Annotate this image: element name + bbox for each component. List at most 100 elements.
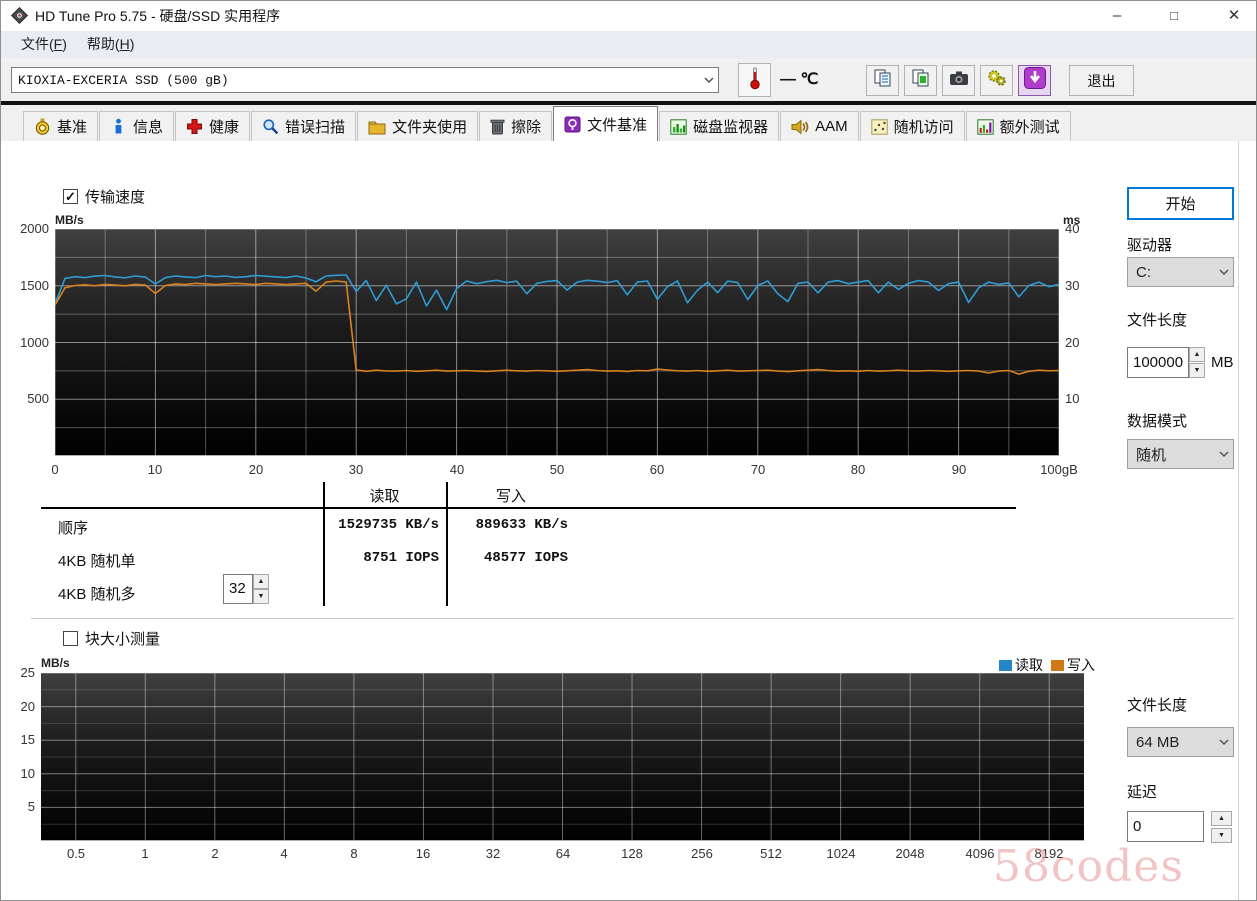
- block-size-checkbox[interactable]: [63, 631, 78, 646]
- file-length-input[interactable]: [1127, 347, 1189, 378]
- 4kb-single-write-value: 48577 IOPS: [483, 550, 568, 566]
- axis-tick-label: 256: [691, 846, 713, 861]
- exit-button[interactable]: 退出: [1069, 65, 1134, 96]
- axis-tick-label: 90: [951, 462, 967, 477]
- axis-tick-label: 2000: [20, 221, 49, 236]
- axis-tick-label: 80: [850, 462, 866, 477]
- data-mode-dropdown[interactable]: 随机: [1127, 439, 1234, 469]
- axis-tick-label: 40: [1065, 221, 1080, 236]
- close-button[interactable]: ✕: [1213, 1, 1255, 31]
- spin-down-button[interactable]: ▼: [1189, 363, 1205, 378]
- tab-label: 擦除: [511, 119, 542, 136]
- axis-tick-label: 128: [621, 846, 643, 861]
- tab-disk-monitor[interactable]: 磁盘监视器: [659, 111, 780, 141]
- sequential-read-value: 1529735 KB/s: [338, 517, 439, 533]
- toolbar: KIOXIA-EXCERIA SSD (500 gB) — ℃ 退出: [1, 58, 1256, 101]
- chart2-legend: 读取 写入: [999, 655, 1095, 675]
- disk-monitor-icon: [670, 118, 687, 135]
- axis-tick-label: 1: [141, 846, 149, 861]
- folder-usage-icon: [368, 119, 386, 135]
- tab-benchmark[interactable]: 基准: [23, 111, 99, 141]
- axis-tick-label: 50: [549, 462, 565, 477]
- axis-tick-label: 8: [350, 846, 358, 861]
- axis-tick-label: 0: [51, 462, 59, 477]
- axis-tick-label: 20: [20, 699, 35, 714]
- options-button[interactable]: [980, 65, 1013, 96]
- axis-tick-label: 64: [555, 846, 571, 861]
- tab-health[interactable]: 健康: [175, 111, 251, 141]
- maximize-button[interactable]: □: [1153, 1, 1195, 31]
- save-results-button[interactable]: [1018, 65, 1051, 96]
- axis-tick-label: 2048: [895, 846, 925, 861]
- tab-label: 健康: [209, 119, 240, 136]
- screenshot-icon: [948, 69, 970, 92]
- thermometer-icon: [749, 66, 761, 95]
- tab-aam[interactable]: AAM: [780, 111, 859, 141]
- table-column-line-1: [323, 482, 325, 606]
- tab-erase[interactable]: 擦除: [479, 111, 553, 141]
- axis-tick-label: 10: [147, 462, 163, 477]
- row-4kb-multi-label: 4KB 随机多: [58, 586, 136, 603]
- chevron-down-icon: [1215, 269, 1233, 275]
- legend-write-label: 写入: [1067, 657, 1095, 673]
- benchmark-icon: [34, 118, 51, 135]
- tab-folder-usage[interactable]: 文件夹使用: [357, 111, 479, 141]
- info-icon: [110, 118, 127, 135]
- delay-spin-up-button[interactable]: ▲: [1211, 811, 1232, 826]
- tab-file-benchmark[interactable]: 文件基准: [553, 106, 659, 141]
- row-4kb-single-label: 4KB 随机单: [58, 553, 136, 570]
- axis-tick-label: 20: [1065, 335, 1080, 350]
- tab-label: 基准: [57, 119, 88, 136]
- read-color-swatch: [999, 659, 1012, 671]
- start-button[interactable]: 开始: [1127, 187, 1234, 220]
- read-column-header: 读取: [369, 488, 400, 505]
- window-title: HD Tune Pro 5.75 - 硬盘/SSD 实用程序: [35, 8, 281, 24]
- check-icon: ✓: [65, 189, 76, 204]
- axis-tick-label: 60: [649, 462, 665, 477]
- aam-icon: [791, 118, 809, 135]
- block-file-length-dropdown[interactable]: 64 MB: [1127, 727, 1234, 757]
- minimize-button[interactable]: –: [1096, 1, 1138, 31]
- tab-random-access[interactable]: 随机访问: [859, 111, 965, 141]
- screenshot-button[interactable]: [942, 65, 975, 96]
- menu-item-help[interactable]: 帮助(H): [77, 31, 144, 58]
- drive-select-dropdown[interactable]: KIOXIA-EXCERIA SSD (500 gB): [11, 67, 719, 93]
- chevron-down-icon: [1215, 451, 1233, 457]
- tab-extra-tests[interactable]: 额外测试: [965, 111, 1071, 141]
- write-column-header: 写入: [495, 488, 526, 505]
- erase-icon: [490, 118, 505, 135]
- transfer-speed-checkbox[interactable]: ✓: [63, 189, 78, 204]
- axis-tick-label: 500: [27, 391, 49, 406]
- drive-select-value: KIOXIA-EXCERIA SSD (500 gB): [18, 72, 229, 88]
- axis-tick-label: 20: [248, 462, 264, 477]
- copy-text-icon: [872, 68, 894, 93]
- copy-image-button[interactable]: [904, 65, 937, 96]
- queue-depth-input[interactable]: 32: [223, 574, 253, 604]
- temperature-value: — ℃: [780, 71, 819, 88]
- temperature-button[interactable]: [738, 63, 771, 97]
- queue-depth-spinner: ▲ ▼: [253, 574, 269, 604]
- spin-up-button[interactable]: ▲: [1189, 347, 1205, 362]
- copy-text-button[interactable]: [866, 65, 899, 96]
- spin-up-button[interactable]: ▲: [253, 574, 269, 589]
- tab-label: 额外测试: [999, 119, 1060, 136]
- tab-error-scan[interactable]: 错误扫描: [251, 111, 357, 141]
- drive-dropdown[interactable]: C:: [1127, 257, 1234, 287]
- legend-read: 读取: [999, 655, 1043, 675]
- axis-tick-label: 15: [20, 732, 35, 747]
- watermark: 58codes: [993, 841, 1184, 892]
- file-length-unit: MB: [1211, 354, 1234, 371]
- error-scan-icon: [262, 118, 279, 135]
- delay-input[interactable]: [1127, 811, 1204, 842]
- axis-tick-label: 1000: [20, 335, 49, 350]
- menu-item-file[interactable]: 文件(F): [11, 31, 77, 58]
- spin-down-button[interactable]: ▼: [253, 589, 269, 604]
- delay-label: 延迟: [1127, 784, 1158, 801]
- tab-info[interactable]: 信息: [99, 111, 175, 141]
- axis-tick-label: 4: [280, 846, 288, 861]
- save-results-icon: [1023, 66, 1047, 95]
- random-access-icon: [870, 118, 888, 135]
- tab-label: 信息: [133, 119, 164, 136]
- axis-tick-label: 10: [20, 766, 35, 781]
- delay-spin-down-button[interactable]: ▼: [1211, 828, 1232, 843]
